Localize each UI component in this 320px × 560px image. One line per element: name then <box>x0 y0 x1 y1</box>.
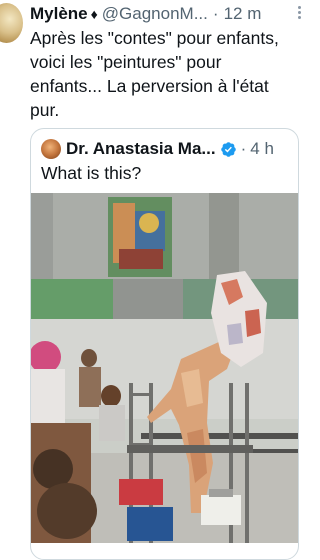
quoted-time: 4 h <box>250 139 274 158</box>
more-dots-icon[interactable] <box>294 0 304 24</box>
author-avatar[interactable] <box>0 3 23 43</box>
author-name[interactable]: Mylène <box>30 4 88 24</box>
quoted-author-name: Dr. Anastasia Ma... <box>66 139 216 158</box>
quoted-author-avatar <box>41 139 61 159</box>
author-handle[interactable]: @GagnonM... <box>102 4 208 24</box>
tweet-header: Mylène ♦︎ @GagnonM... · 12 m <box>30 2 306 26</box>
quoted-tweet-header: Dr. Anastasia Ma... · 4 h <box>41 137 291 161</box>
quoted-tweet-card[interactable]: Dr. Anastasia Ma... · 4 h What is this? <box>30 128 299 560</box>
quoted-separator-dot: · <box>240 139 247 158</box>
verified-badge-icon <box>220 141 236 157</box>
tweet-text: Après les "contes" pour enfants, voici l… <box>30 28 279 120</box>
author-emoji-badge: ♦︎ <box>90 6 98 22</box>
media-photo <box>31 193 298 543</box>
separator-dot: · <box>212 4 219 23</box>
quoted-media-image[interactable] <box>31 193 298 543</box>
quoted-tweet-text: What is this? <box>41 163 142 183</box>
tweet-time[interactable]: 12 m <box>224 4 262 24</box>
